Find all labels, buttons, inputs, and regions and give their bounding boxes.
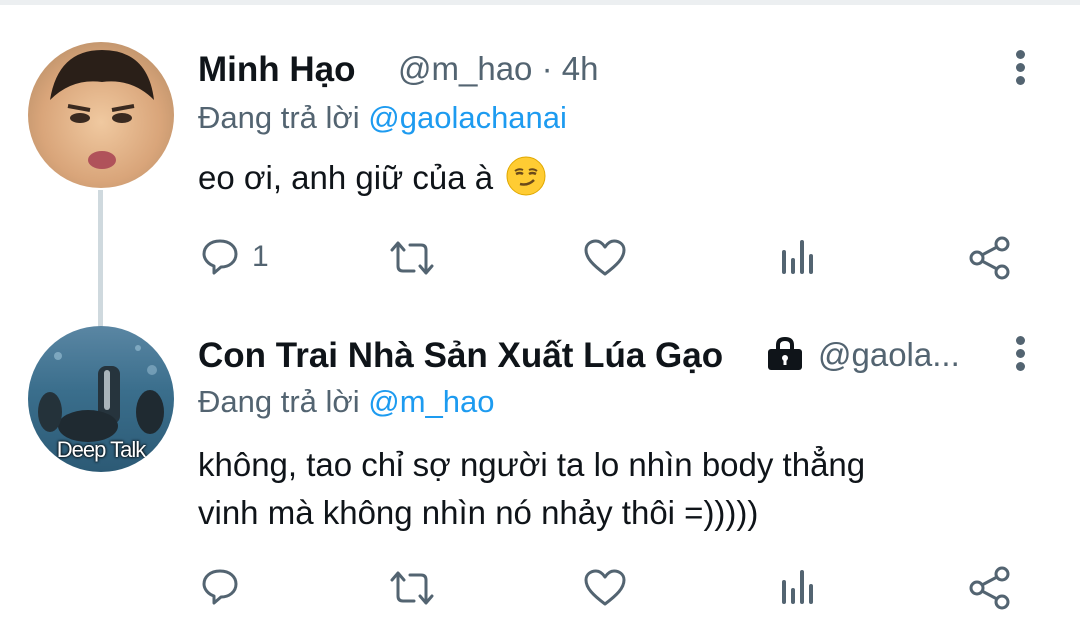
tweet-text: eo ơi, anh giữ của à [198,154,546,202]
avatar-caption: Deep Talk [56,437,146,462]
replying-mention[interactable]: @gaolachanai [368,100,567,135]
replying-prefix: Đang trả lời [198,100,360,135]
tweet-text-line-1: không, tao chỉ sợ người ta lo nhìn body … [198,446,866,483]
analytics-icon[interactable] [778,566,818,606]
replying-to: Đang trả lời @m_hao [198,384,495,420]
separator: · [541,50,553,87]
handle[interactable]: @m_hao [398,50,532,87]
thread-connector [98,190,103,328]
display-name[interactable]: Minh Hạo [198,50,355,90]
replying-to: Đang trả lời @gaolachanai [198,100,567,136]
like-icon[interactable] [583,568,627,608]
replying-prefix: Đang trả lời [198,384,360,419]
reply-icon[interactable] [200,566,240,606]
avatar[interactable] [28,42,174,188]
tweet-text-line-2: vinh mà không nhìn nó nhảy thôi =))))) [198,494,759,531]
share-icon[interactable] [968,236,1012,280]
display-name[interactable]: Con Trai Nhà Sản Xuất Lúa Gạo [198,336,723,376]
reply-icon[interactable] [200,236,240,276]
avatar[interactable]: Deep Talk [28,326,174,472]
more-icon[interactable] [1008,334,1034,374]
reply-count: 1 [252,240,269,273]
replying-mention[interactable]: @m_hao [368,384,494,419]
tweet-text: không, tao chỉ sợ người ta lo nhìn body … [198,441,865,537]
analytics-icon[interactable] [778,236,818,276]
share-icon[interactable] [968,566,1012,610]
retweet-icon[interactable] [388,568,436,608]
top-divider [0,0,1080,5]
more-icon[interactable] [1008,48,1034,88]
handle[interactable]: @gaola... [818,336,960,374]
timestamp[interactable]: 4h [562,50,599,87]
like-icon[interactable] [583,238,627,278]
smirking-face-icon [506,156,546,196]
handle-time[interactable]: @m_hao · 4h [398,50,598,88]
lock-icon [768,336,802,370]
retweet-icon[interactable] [388,238,436,278]
tweet-body: eo ơi, anh giữ của à [198,159,494,196]
